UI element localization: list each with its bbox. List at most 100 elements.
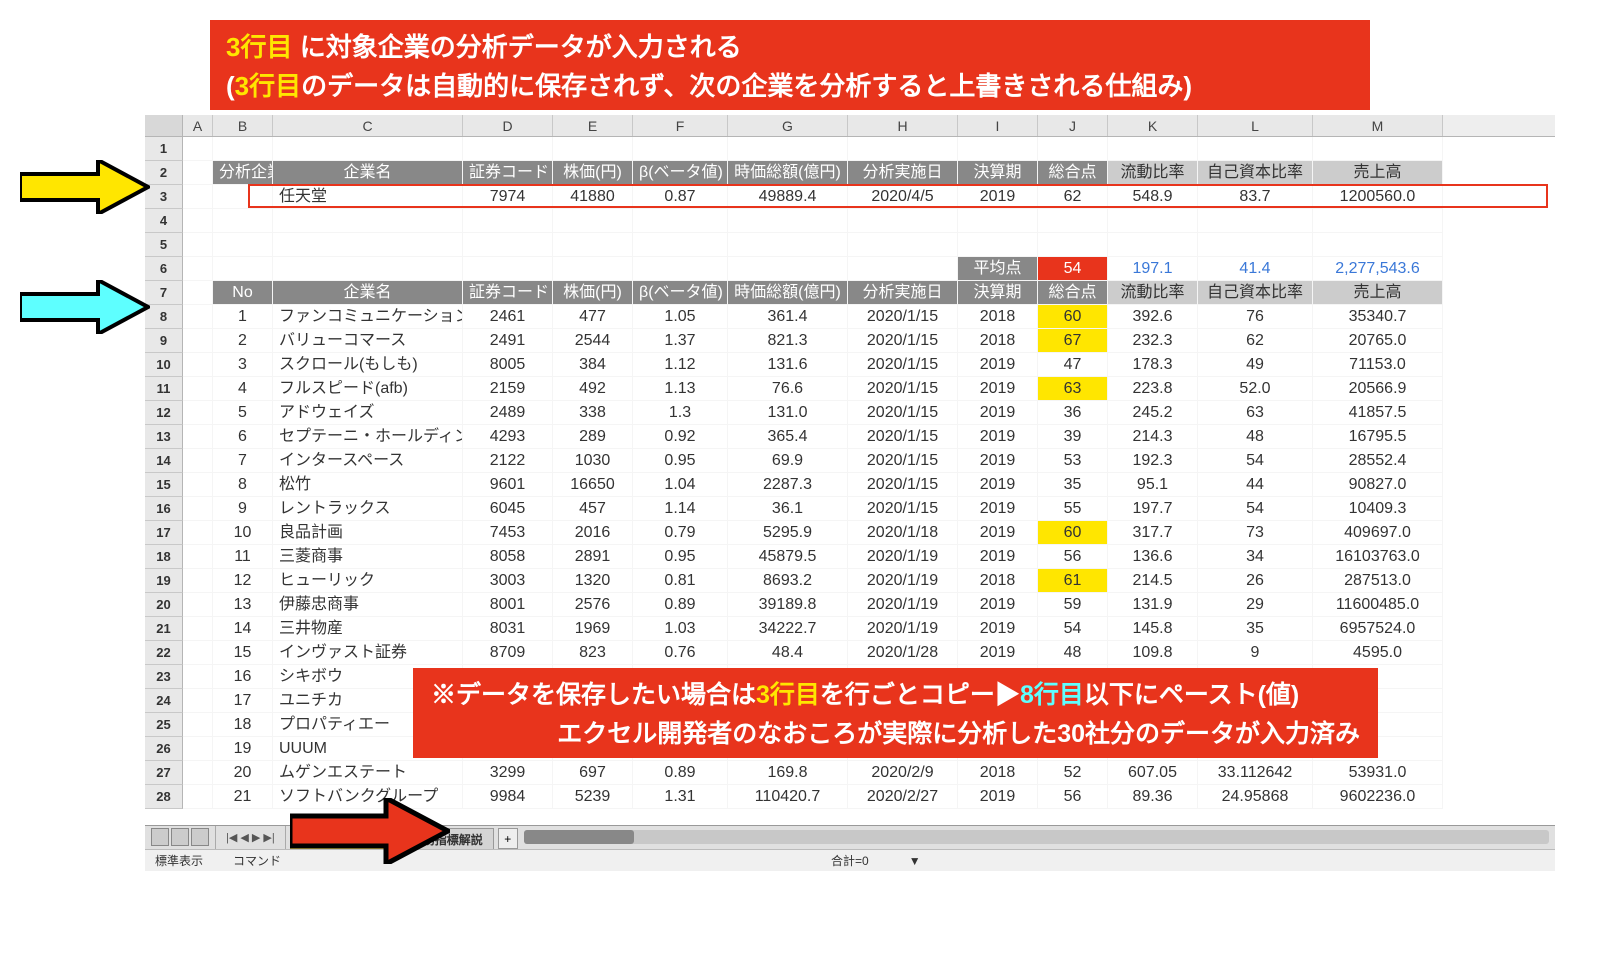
company-name[interactable]: 松竹 <box>273 473 463 497</box>
row-number[interactable]: 1 <box>213 305 273 329</box>
cell[interactable]: 2020/1/15 <box>848 305 958 329</box>
cell[interactable] <box>183 761 213 785</box>
cell[interactable] <box>183 737 213 761</box>
cell[interactable] <box>1313 209 1443 233</box>
cell[interactable] <box>183 425 213 449</box>
cell[interactable]: 5239 <box>553 785 633 809</box>
cell[interactable] <box>183 137 213 161</box>
cell[interactable]: 41880 <box>553 185 633 209</box>
header-cell[interactable]: 企業名 <box>273 161 463 185</box>
cell[interactable] <box>1038 233 1108 257</box>
cell[interactable]: 7974 <box>463 185 553 209</box>
cell[interactable]: 2018 <box>958 569 1038 593</box>
cell[interactable] <box>183 713 213 737</box>
row-header[interactable]: 9 <box>145 329 183 353</box>
row-header[interactable]: 19 <box>145 569 183 593</box>
cell[interactable]: 8693.2 <box>728 569 848 593</box>
cell[interactable] <box>273 257 463 281</box>
status-dropdown-icon[interactable]: ▼ <box>909 854 921 868</box>
cell[interactable]: 76 <box>1198 305 1313 329</box>
cell[interactable] <box>213 233 273 257</box>
row-header[interactable]: 28 <box>145 785 183 809</box>
cell[interactable]: 2491 <box>463 329 553 353</box>
cell[interactable]: 2020/1/19 <box>848 569 958 593</box>
cell[interactable] <box>553 137 633 161</box>
cell[interactable]: 1.31 <box>633 785 728 809</box>
cell[interactable]: 1.37 <box>633 329 728 353</box>
cell[interactable]: 20765.0 <box>1313 329 1443 353</box>
cell[interactable]: 197.7 <box>1108 497 1198 521</box>
cell[interactable] <box>213 137 273 161</box>
score-cell[interactable]: 36 <box>1038 401 1108 425</box>
cell[interactable] <box>463 137 553 161</box>
header-cell[interactable]: 分析企業 <box>213 161 273 185</box>
cell[interactable]: 24.95868 <box>1198 785 1313 809</box>
select-all-corner[interactable] <box>145 115 183 136</box>
cell[interactable]: 2576 <box>553 593 633 617</box>
company-name[interactable]: 三菱商事 <box>273 545 463 569</box>
cell[interactable]: 62 <box>1038 185 1108 209</box>
cell[interactable] <box>553 257 633 281</box>
row-number[interactable]: 3 <box>213 353 273 377</box>
cell[interactable] <box>183 785 213 809</box>
cell[interactable]: 1969 <box>553 617 633 641</box>
cell[interactable] <box>633 257 728 281</box>
cell[interactable]: 110420.7 <box>728 785 848 809</box>
cell[interactable]: 365.4 <box>728 425 848 449</box>
cell[interactable]: 63 <box>1198 401 1313 425</box>
cell[interactable] <box>1108 137 1198 161</box>
cell[interactable]: 2020/1/15 <box>848 377 958 401</box>
avg-score[interactable]: 54 <box>1038 257 1108 281</box>
cell[interactable]: 2544 <box>553 329 633 353</box>
cell[interactable]: 178.3 <box>1108 353 1198 377</box>
view-pagelayout-icon[interactable] <box>171 828 189 846</box>
row-header[interactable]: 6 <box>145 257 183 281</box>
cell[interactable]: 2461 <box>463 305 553 329</box>
header-cell[interactable]: 株価(円) <box>553 281 633 305</box>
header-cell[interactable]: 総合点 <box>1038 281 1108 305</box>
cell[interactable] <box>183 233 213 257</box>
cell[interactable]: 0.79 <box>633 521 728 545</box>
cell[interactable]: 2,277,543.6 <box>1313 257 1443 281</box>
cell[interactable]: 245.2 <box>1108 401 1198 425</box>
cell[interactable] <box>273 233 463 257</box>
header-cell[interactable]: 証券コード <box>463 161 553 185</box>
cell[interactable]: 41857.5 <box>1313 401 1443 425</box>
cell[interactable]: 2019 <box>958 353 1038 377</box>
cell[interactable] <box>213 209 273 233</box>
cell[interactable] <box>183 377 213 401</box>
cell[interactable]: 8031 <box>463 617 553 641</box>
col-header[interactable]: G <box>728 115 848 136</box>
cell[interactable]: 8709 <box>463 641 553 665</box>
cell[interactable]: 9984 <box>463 785 553 809</box>
row-header[interactable]: 25 <box>145 713 183 737</box>
cell[interactable]: 223.8 <box>1108 377 1198 401</box>
cell[interactable]: 2019 <box>958 617 1038 641</box>
cell[interactable]: 0.95 <box>633 545 728 569</box>
score-cell[interactable]: 61 <box>1038 569 1108 593</box>
row-number[interactable]: 15 <box>213 641 273 665</box>
cell[interactable]: 2020/1/15 <box>848 425 958 449</box>
header-cell[interactable]: 分析実施日 <box>848 161 958 185</box>
cell[interactable]: 16103763.0 <box>1313 545 1443 569</box>
cell[interactable]: 136.6 <box>1108 545 1198 569</box>
cell[interactable]: 73 <box>1198 521 1313 545</box>
header-cell[interactable]: 時価総額(億円) <box>728 281 848 305</box>
cell[interactable]: 54 <box>1198 449 1313 473</box>
col-header[interactable]: J <box>1038 115 1108 136</box>
cell[interactable]: 4293 <box>463 425 553 449</box>
cell[interactable] <box>183 401 213 425</box>
cell[interactable]: 0.76 <box>633 641 728 665</box>
score-cell[interactable]: 56 <box>1038 545 1108 569</box>
cell[interactable]: 9601 <box>463 473 553 497</box>
cell[interactable] <box>633 233 728 257</box>
header-cell[interactable]: 決算期 <box>958 161 1038 185</box>
cell[interactable]: 0.89 <box>633 761 728 785</box>
row-number[interactable]: 12 <box>213 569 273 593</box>
row-header[interactable]: 26 <box>145 737 183 761</box>
cell[interactable] <box>183 521 213 545</box>
cell[interactable]: 76.6 <box>728 377 848 401</box>
cell[interactable]: 697 <box>553 761 633 785</box>
row-header[interactable]: 21 <box>145 617 183 641</box>
company-name[interactable]: アドウェイズ <box>273 401 463 425</box>
